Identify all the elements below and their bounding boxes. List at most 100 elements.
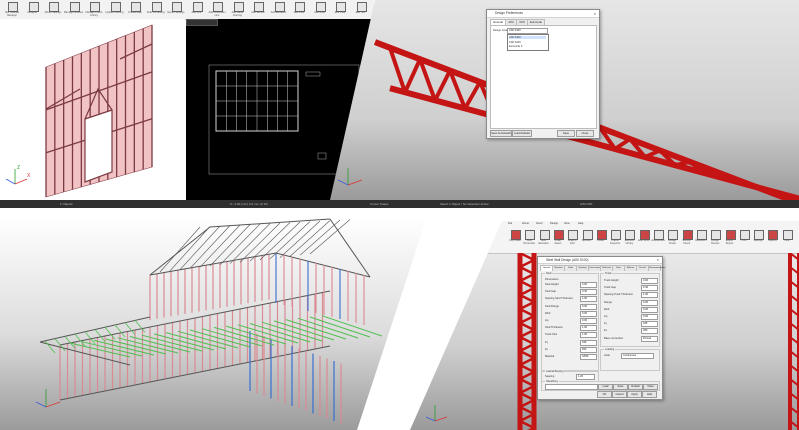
- close-icon[interactable]: ×: [594, 10, 596, 17]
- ribbon-button[interactable]: Deflection: [694, 229, 708, 246]
- ribbon-tab[interactable]: Design: [550, 222, 558, 225]
- footer-button[interactable]: Save: [613, 383, 628, 390]
- ribbon-button[interactable]: Manage Frame Library: [84, 1, 104, 18]
- field-label: Track Gap: [604, 286, 617, 290]
- ribbon-button[interactable]: Edit View: [330, 1, 350, 18]
- ribbon-tab[interactable]: Home: [522, 222, 529, 225]
- field-input[interactable]: 3.00: [641, 278, 658, 284]
- field-input[interactable]: 0.00: [641, 306, 658, 313]
- ribbon-button-label: Manage Libraries: [63, 11, 84, 14]
- ribbon-button[interactable]: Update Framing: [105, 1, 125, 18]
- dialog-button[interactable]: OK: [597, 391, 612, 398]
- dialog-button[interactable]: Cancel: [612, 391, 627, 398]
- field-input[interactable]: 0.00: [641, 299, 658, 306]
- ribbon-button[interactable]: Options: [765, 229, 779, 246]
- ribbon-button-label: Snap to Grid: [567, 239, 577, 245]
- ribbon-tab[interactable]: Help: [578, 222, 583, 225]
- ribbon-button[interactable]: Help: [780, 229, 794, 246]
- field-input[interactable]: 1.00: [580, 332, 597, 339]
- ribbon-button[interactable]: Add Gable Framing: [228, 1, 248, 18]
- ribbon-button[interactable]: Add Dimension Line: [207, 1, 227, 18]
- bracing-spacing-field[interactable]: 1.20: [576, 374, 595, 380]
- field-input[interactable]: 0.40: [580, 289, 597, 296]
- group-title: Loading: [604, 348, 616, 351]
- ribbon-button[interactable]: Export Report: [723, 229, 737, 246]
- ribbon-button[interactable]: Design Review: [708, 229, 722, 246]
- design-preferences-dialog[interactable]: Design Preferences × General AISI CFS Eur…: [486, 9, 600, 139]
- field-input[interactable]: 1.00: [580, 296, 597, 303]
- svg-text:Z: Z: [17, 165, 20, 171]
- field-input[interactable]: 0.40: [641, 285, 658, 292]
- field-input[interactable]: 345: [580, 339, 597, 346]
- ribbon-tab[interactable]: Insert: [536, 222, 543, 225]
- sheathing-field[interactable]: [545, 384, 598, 390]
- field-input[interactable]: G550: [580, 354, 597, 360]
- dialog-tab[interactable]: Recommendations: [648, 265, 666, 271]
- ribbon-button[interactable]: Edit Text: [351, 1, 371, 18]
- design-code-dropdown[interactable]: AISI S100 AISI S240 Eurocode 3: [507, 34, 549, 51]
- ribbon-button[interactable]: Auto Elevation: [537, 229, 551, 246]
- ribbon-button[interactable]: Add Elevation: [269, 1, 289, 18]
- ribbon-button[interactable]: Add Line: [187, 1, 207, 18]
- ribbon-button[interactable]: Print: [737, 229, 751, 246]
- ribbon-button[interactable]: Auto Dimension: [522, 229, 536, 246]
- ribbon-button[interactable]: Smart Select: [551, 229, 565, 246]
- ribbon-button[interactable]: Element Library: [622, 229, 636, 246]
- save-as-defaults-button[interactable]: Save As Defaults: [490, 130, 512, 137]
- form-row: Track Gap 0.40: [601, 285, 659, 292]
- ribbon-button[interactable]: Manage Libraries: [64, 1, 84, 18]
- field-label: Track Height: [604, 279, 619, 282]
- dropdown-option[interactable]: AISI S100: [509, 36, 546, 39]
- dropdown-option[interactable]: Eurocode 3: [509, 45, 522, 48]
- field-input[interactable]: 0.00: [580, 303, 597, 310]
- ribbon-button[interactable]: Frame Inspector: [608, 229, 622, 246]
- loading-group: Loading Axial Continuous: [600, 348, 660, 371]
- ribbon-button[interactable]: Model Settings: [43, 1, 63, 18]
- ribbon-button[interactable]: Expert Settings: [166, 1, 186, 18]
- close-icon[interactable]: ×: [657, 257, 659, 263]
- ribbon-button[interactable]: Add Section: [248, 1, 268, 18]
- load-defaults-button[interactable]: Load Defaults: [512, 130, 532, 137]
- status-text: AISI OFF: [580, 202, 593, 206]
- ribbon-button[interactable]: Add View: [289, 1, 309, 18]
- dialog-button[interactable]: Help: [642, 391, 657, 398]
- panel-house-model[interactable]: [0, 217, 427, 430]
- ribbon-button[interactable]: Tools & Framing: [146, 1, 166, 18]
- footer-button[interactable]: Clear: [643, 383, 658, 390]
- field-input[interactable]: 345: [641, 321, 658, 328]
- ribbon-button[interactable]: Section Check: [680, 229, 694, 246]
- ribbon-button[interactable]: Sections: [580, 229, 594, 246]
- wall-3d-viewport[interactable]: Z X: [0, 19, 185, 200]
- field-input[interactable]: 1.00: [641, 292, 658, 299]
- ribbon-button[interactable]: Site Cleanup Manager: [2, 1, 22, 18]
- footer-button[interactable]: Default: [628, 383, 643, 390]
- save-button[interactable]: Save: [557, 130, 575, 137]
- ribbon-button[interactable]: Finder: [594, 229, 608, 246]
- ribbon-button[interactable]: Designer: [23, 1, 43, 18]
- ribbon-button[interactable]: Accessories: [651, 229, 665, 246]
- ribbon-button[interactable]: Auto Dims: [637, 229, 651, 246]
- ribbon-tab[interactable]: View: [564, 222, 570, 225]
- field-input[interactable]: 1.00: [580, 325, 597, 332]
- field-input[interactable]: 0.00: [641, 314, 658, 320]
- ribbon-button[interactable]: Snap to Grid: [565, 229, 579, 246]
- ribbon-tab[interactable]: File: [508, 222, 512, 225]
- field-label: Spacing Stud Thickness: [545, 297, 573, 301]
- footer-button[interactable]: Load: [598, 383, 613, 390]
- steel-wall-design-dialog[interactable]: Steel Wall Design (AISI S100) × General Me…: [537, 256, 666, 400]
- field-input[interactable]: Pinned: [641, 335, 658, 342]
- field-input[interactable]: 450: [641, 328, 658, 335]
- ribbon-button[interactable]: Design Check: [665, 229, 679, 246]
- loading-field[interactable]: Continuous: [621, 353, 654, 359]
- field-input[interactable]: 3.00: [580, 282, 597, 288]
- dialog-button[interactable]: Apply: [627, 391, 642, 398]
- ribbon-button[interactable]: Settings: [751, 229, 765, 246]
- field-input[interactable]: 450: [580, 346, 597, 353]
- ribbon-button[interactable]: Clip Plane: [508, 229, 522, 246]
- field-input[interactable]: 0.00: [580, 310, 597, 317]
- ribbon-button[interactable]: Add Note: [310, 1, 330, 18]
- close-button[interactable]: Close: [576, 130, 594, 137]
- field-input[interactable]: 0.00: [580, 318, 597, 324]
- ribbon-button[interactable]: Prefabricate: [125, 1, 145, 18]
- dropdown-option[interactable]: AISI S240: [509, 41, 521, 44]
